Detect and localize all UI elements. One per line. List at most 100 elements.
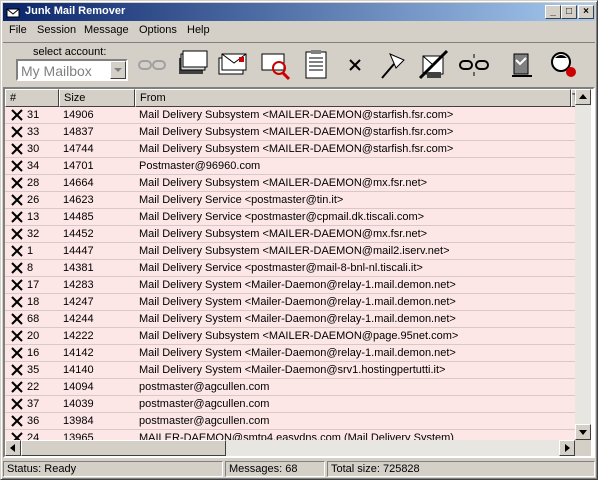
- minimize-button[interactable]: _: [545, 5, 561, 19]
- cell-num: 1: [27, 245, 34, 257]
- scroll-corner: [575, 440, 591, 456]
- main-window: Junk Mail Remover _ □ × File Session Mes…: [0, 0, 598, 480]
- table-row[interactable]: 35 14140 Mail Delivery System <Mailer-Daem…: [5, 362, 577, 379]
- delete-mark-icon: [11, 364, 23, 376]
- cell-from: Mail Delivery Subsystem <MAILER-DAEMON@s…: [139, 126, 454, 138]
- delete-mark-icon: [11, 109, 23, 121]
- column-header-size[interactable]: Size: [59, 89, 135, 107]
- cell-from: postmaster@agcullen.com: [139, 415, 270, 427]
- maximize-button[interactable]: □: [561, 5, 577, 19]
- delete-mark-icon[interactable]: [339, 48, 373, 82]
- vertical-scrollbar[interactable]: [575, 89, 591, 440]
- cell-num: 68: [27, 313, 40, 325]
- help-icon[interactable]: [547, 48, 581, 82]
- horizontal-scroll-thumb[interactable]: [21, 440, 226, 456]
- scroll-down-button[interactable]: [575, 424, 591, 440]
- cell-num: 37: [27, 398, 40, 410]
- menu-help[interactable]: Help: [187, 24, 210, 36]
- cell-num: 22: [27, 381, 40, 393]
- horizontal-scrollbar[interactable]: [5, 440, 575, 456]
- delete-mark-icon: [11, 313, 23, 325]
- cell-num: 26: [27, 194, 40, 206]
- cell-size: 14447: [63, 245, 94, 257]
- message-rows: 31 14906 Mail Delivery Subsystem <MAILER-D…: [5, 107, 577, 440]
- cell-num: 13: [27, 211, 40, 223]
- cell-num: 35: [27, 364, 40, 376]
- chevron-down-icon[interactable]: [110, 61, 126, 79]
- scroll-up-button[interactable]: [575, 89, 591, 105]
- cell-size: 14452: [63, 228, 94, 240]
- column-header-from[interactable]: From: [135, 89, 571, 107]
- cell-from: Mail Delivery Subsystem <MAILER-DAEMON@m…: [139, 177, 428, 189]
- cell-size: 13984: [63, 415, 94, 427]
- menu-options[interactable]: Options: [139, 24, 177, 36]
- cell-from: Mail Delivery System <Mailer-Daemon@rela…: [139, 313, 456, 325]
- scroll-right-button[interactable]: [559, 440, 575, 456]
- status-total-size: Total size: 725828: [327, 461, 595, 477]
- cell-num: 24: [27, 432, 40, 440]
- cell-from: Mail Delivery System <Mailer-Daemon@srv1…: [139, 364, 446, 376]
- delete-mark-icon: [11, 398, 23, 410]
- menu-bar: File Session Message Options Help: [3, 22, 595, 41]
- account-value: My Mailbox: [21, 63, 92, 79]
- delete-mark-icon: [11, 211, 23, 223]
- table-row[interactable]: 31 14906 Mail Delivery Subsystem <MAILER-D…: [5, 107, 577, 124]
- table-row[interactable]: 2214094postmaster@agcullen.comc: [5, 379, 577, 396]
- connect-icon[interactable]: [135, 48, 169, 82]
- table-row[interactable]: 1 14447 Mail Delivery Subsystem <MAILER-DA…: [5, 243, 577, 260]
- table-row[interactable]: 20 14222 Mail Delivery Subsystem <MAILER-D…: [5, 328, 577, 345]
- table-row[interactable]: 30 14744 Mail Delivery Subsystem <MAILER-D…: [5, 141, 577, 158]
- menu-session[interactable]: Session: [37, 24, 76, 36]
- cell-num: 31: [27, 109, 40, 121]
- disconnect-icon[interactable]: [457, 48, 491, 82]
- table-row[interactable]: 33 14837 Mail Delivery Subsystem <MAILER-D…: [5, 124, 577, 141]
- delete-mark-icon: [11, 160, 23, 172]
- close-button[interactable]: ×: [578, 5, 594, 19]
- delete-mark-icon: [11, 245, 23, 257]
- app-icon: [6, 8, 20, 18]
- menu-file[interactable]: File: [9, 24, 27, 36]
- cell-num: 18: [27, 296, 40, 308]
- cell-size: 14094: [63, 381, 94, 393]
- delete-mark-icon: [11, 194, 23, 206]
- flag-icon[interactable]: [376, 48, 410, 82]
- scroll-left-button[interactable]: [5, 440, 21, 456]
- table-row[interactable]: 26 14623 Mail Delivery Service <postmaster…: [5, 192, 577, 209]
- filter-icon[interactable]: [506, 48, 540, 82]
- clipboard-icon[interactable]: [299, 48, 333, 82]
- table-row[interactable]: 8 14381 Mail Delivery Service <postmaster@…: [5, 260, 577, 277]
- message-list[interactable]: # Size From T 3114906Mail Delivery Subsy…: [3, 87, 595, 458]
- table-row[interactable]: 16 14142 Mail Delivery System <Mailer-Daem…: [5, 345, 577, 362]
- delete-mark-icon: [11, 126, 23, 138]
- table-row[interactable]: 17 14283 Mail Delivery System <Mailer-Daem…: [5, 277, 577, 294]
- account-select[interactable]: My Mailbox: [16, 59, 128, 81]
- table-row[interactable]: 3714039postmaster@agcullen.comc: [5, 396, 577, 413]
- delete-mark-icon: [11, 228, 23, 240]
- preview-icon[interactable]: [216, 48, 250, 82]
- column-header-num[interactable]: #: [5, 89, 59, 107]
- table-row[interactable]: 18 14247 Mail Delivery System <Mailer-Daem…: [5, 294, 577, 311]
- cell-from: postmaster@agcullen.com: [139, 398, 270, 410]
- table-row[interactable]: 28 14664 Mail Delivery Subsystem <MAILER-D…: [5, 175, 577, 192]
- fetch-headers-icon[interactable]: [175, 48, 209, 82]
- menu-message[interactable]: Message: [84, 24, 129, 36]
- cell-from: Mail Delivery System <Mailer-Daemon@rela…: [139, 279, 456, 291]
- cell-from: Mail Delivery System <Mailer-Daemon@rela…: [139, 296, 456, 308]
- cell-size: 14623: [63, 194, 94, 206]
- cell-from: Mail Delivery Service <postmaster@cpmail…: [139, 211, 425, 223]
- status-state: Status: Ready: [3, 461, 223, 477]
- table-row[interactable]: 32 14452 Mail Delivery Subsystem <MAILER-D…: [5, 226, 577, 243]
- cell-num: 36: [27, 415, 40, 427]
- table-row[interactable]: 68 14244 Mail Delivery System <Mailer-Daem…: [5, 311, 577, 328]
- table-row[interactable]: 3613984postmaster@agcullen.comc: [5, 413, 577, 430]
- table-row[interactable]: 24 13965 MAILER-DAEMON@smtp4.easydns.com (…: [5, 430, 577, 440]
- cell-from: Mail Delivery System <Mailer-Daemon@rela…: [139, 347, 456, 359]
- trash-icon[interactable]: [417, 48, 451, 82]
- inspect-icon[interactable]: [259, 48, 293, 82]
- table-row[interactable]: 13 14485 Mail Delivery Service <postmaster…: [5, 209, 577, 226]
- delete-mark-icon: [11, 432, 23, 440]
- table-row[interactable]: 3414701Postmaster@96960.com": [5, 158, 577, 175]
- cell-size: 14039: [63, 398, 94, 410]
- cell-size: 13965: [63, 432, 94, 440]
- cell-num: 17: [27, 279, 40, 291]
